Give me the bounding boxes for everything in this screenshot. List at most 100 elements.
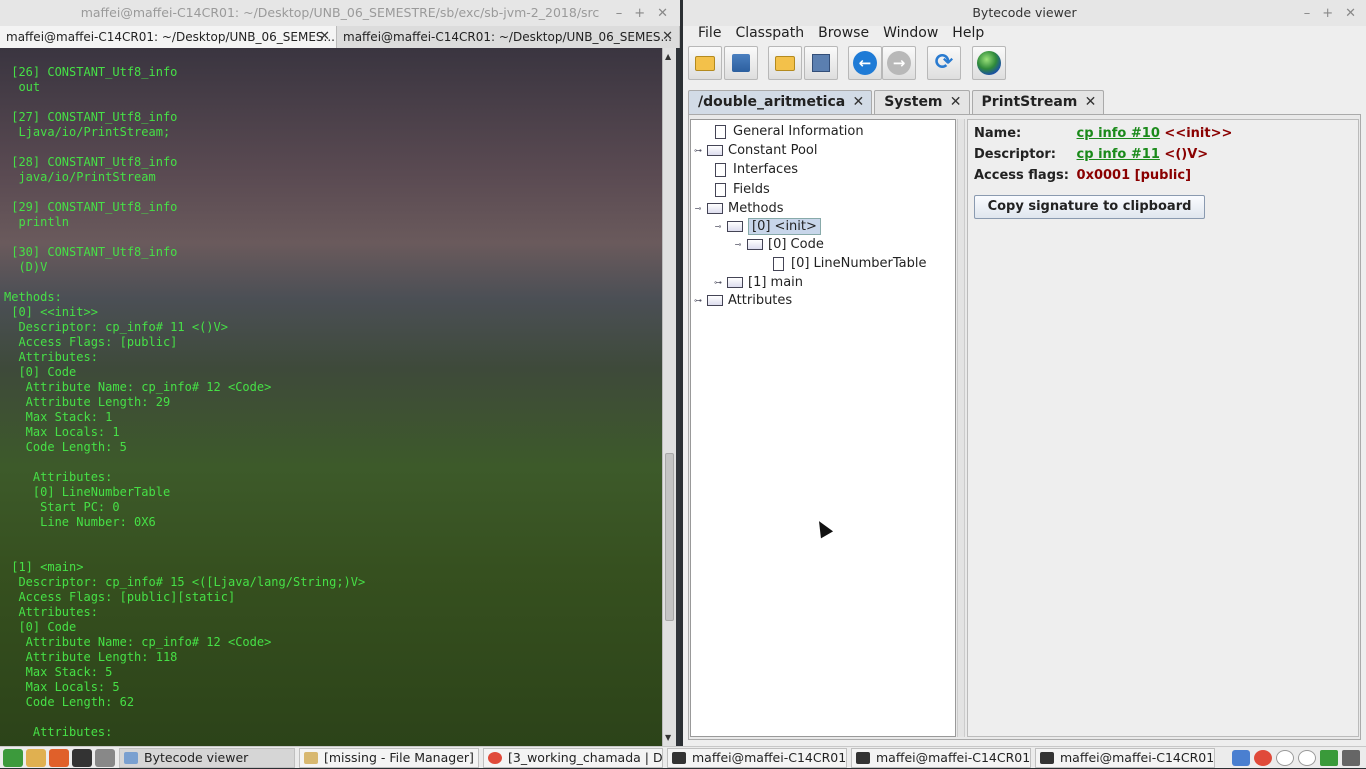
system-tray	[1232, 747, 1366, 769]
app-menu-icon[interactable]	[3, 748, 23, 767]
folder-icon	[727, 277, 743, 288]
tree-item-interfaces[interactable]: Interfaces	[701, 160, 798, 179]
scrollbar-thumb[interactable]	[665, 453, 674, 621]
expand-icon[interactable]: ⊶	[693, 141, 703, 160]
terminal-tab-2[interactable]: maffei@maffei-C14CR01: ~/Desktop/UNB_06_…	[337, 26, 680, 48]
terminal-tab-label: maffei@maffei-C14CR01: ~/Desktop/UNB_06_…	[343, 30, 672, 44]
tab-double-aritmetica[interactable]: /double_aritmetica ✕	[688, 90, 873, 114]
terminal-launcher-icon[interactable]	[72, 748, 92, 767]
scroll-up-icon[interactable]: ▲	[665, 52, 671, 61]
taskbar: Bytecode viewer [missing - File Manager]…	[0, 746, 1366, 768]
close-tab-icon[interactable]: ✕	[319, 26, 330, 48]
descriptor-row: Descriptor: cp info #11 <()V>	[974, 147, 1208, 162]
collapse-icon[interactable]: ⊸	[693, 199, 703, 218]
file-manager-launcher-icon[interactable]	[26, 748, 46, 767]
editor-launcher-icon[interactable]	[95, 748, 115, 767]
expand-icon[interactable]: ⊶	[693, 291, 703, 310]
copy-signature-button[interactable]: Copy signature to clipboard	[974, 195, 1205, 219]
close-tab-icon[interactable]: ✕	[662, 26, 673, 48]
menu-classpath[interactable]: Classpath	[728, 22, 811, 44]
hierarchy-icon	[732, 54, 750, 72]
close-tab-icon[interactable]: ✕	[1085, 91, 1097, 113]
terminal-window: maffei@maffei-C14CR01: ~/Desktop/UNB_06_…	[0, 0, 680, 746]
eye-icon[interactable]	[1298, 750, 1316, 766]
save-icon	[812, 54, 830, 72]
collapse-icon[interactable]: ⊸	[733, 235, 743, 254]
toolbar: ← → ⟳	[683, 44, 1366, 84]
tab-label: /double_aritmetica	[698, 94, 846, 110]
network-signal-icon[interactable]	[1320, 750, 1338, 766]
terminal-tab-1[interactable]: maffei@maffei-C14CR01: ~/Desktop/UNB_06_…	[0, 26, 337, 48]
file-icon	[715, 162, 726, 177]
save-button[interactable]	[804, 46, 838, 80]
file-icon	[773, 256, 784, 271]
descriptor-label: Descriptor:	[974, 147, 1056, 162]
tree-item-constant-pool[interactable]: ⊶ Constant Pool	[693, 141, 817, 160]
task-terminal-2[interactable]: maffei@maffei-C14CR01: ...	[851, 747, 1031, 768]
class-hierarchy-button[interactable]	[724, 46, 758, 80]
tab-label: System	[884, 94, 943, 110]
maximize-icon[interactable]: +	[1322, 6, 1333, 21]
descriptor-value: <()V>	[1164, 147, 1209, 162]
tree-item-line-number-table[interactable]: [0] LineNumberTable	[759, 254, 926, 273]
maximize-icon[interactable]: +	[634, 6, 645, 21]
close-icon[interactable]: ✕	[1345, 6, 1356, 21]
class-tree[interactable]: General Information ⊶ Constant Pool Inter…	[690, 119, 956, 737]
reload-button[interactable]: ⟳	[927, 46, 961, 80]
back-button[interactable]: ←	[848, 46, 882, 80]
folder-icon	[707, 203, 723, 214]
close-tab-icon[interactable]: ✕	[852, 91, 864, 113]
folder-icon	[775, 55, 795, 71]
open-file-button[interactable]	[768, 46, 802, 80]
volume-icon[interactable]	[1342, 750, 1360, 766]
minimize-icon[interactable]: –	[616, 6, 623, 21]
tree-item-attributes[interactable]: ⊶ Attributes	[693, 291, 792, 310]
tab-system[interactable]: System ✕	[874, 90, 970, 114]
web-button[interactable]	[972, 46, 1006, 80]
open-class-button[interactable]	[688, 46, 722, 80]
descriptor-cp-link[interactable]: cp info #11	[1077, 147, 1160, 162]
scroll-down-icon[interactable]: ▼	[665, 733, 671, 742]
task-browser[interactable]: [3_working_chamada | Di...	[483, 747, 663, 768]
terminal-icon	[856, 751, 870, 764]
close-tab-icon[interactable]: ✕	[950, 91, 962, 113]
class-content-panel: General Information ⊶ Constant Pool Inter…	[688, 114, 1361, 740]
access-flags-value: 0x0001 [public]	[1076, 168, 1192, 183]
terminal-scrollbar[interactable]: ▲ ▼	[662, 48, 676, 746]
task-terminal-1[interactable]: maffei@maffei-C14CR01: ...	[667, 747, 847, 768]
tree-item-method-init[interactable]: ⊸ [0] <init>	[713, 217, 821, 236]
minimize-icon[interactable]: –	[1304, 6, 1311, 21]
folder-icon	[707, 145, 723, 156]
folder-icon	[304, 751, 318, 764]
menu-browse[interactable]: Browse	[811, 22, 876, 44]
task-file-manager[interactable]: [missing - File Manager]	[299, 747, 479, 768]
menu-window[interactable]: Window	[876, 22, 945, 44]
tree-item-method-main[interactable]: ⊶ [1] main	[713, 273, 803, 292]
folder-open-icon	[695, 55, 715, 71]
expand-icon[interactable]: ⊶	[713, 273, 723, 292]
collapse-icon[interactable]: ⊸	[713, 217, 723, 236]
task-bytecode-viewer[interactable]: Bytecode viewer	[119, 747, 295, 768]
tree-item-general-information[interactable]: General Information	[701, 122, 864, 141]
menu-file[interactable]: File	[691, 22, 728, 44]
menu-bar: File Classpath Browse Window Help	[683, 22, 1366, 44]
terminal-output-area[interactable]: [26] CONSTANT_Utf8_info out [27] CONSTAN…	[0, 48, 662, 746]
arrow-left-icon: ←	[853, 51, 877, 75]
firefox-launcher-icon[interactable]	[49, 748, 69, 767]
name-cp-link[interactable]: cp info #10	[1077, 126, 1160, 141]
eye-icon[interactable]	[1276, 750, 1294, 766]
method-detail-panel: Name: cp info #10 <<init>> Descriptor: c…	[967, 119, 1359, 737]
bytecode-viewer-window: Bytecode viewer – + ✕ File Classpath Bro…	[683, 0, 1366, 746]
forward-button[interactable]: →	[882, 46, 916, 80]
task-terminal-3[interactable]: maffei@maffei-C14CR01: ...	[1035, 747, 1215, 768]
shield-icon[interactable]	[1232, 750, 1250, 766]
menu-help[interactable]: Help	[945, 22, 991, 44]
close-icon[interactable]: ✕	[657, 6, 668, 21]
tree-item-methods[interactable]: ⊸ Methods	[693, 199, 784, 218]
file-icon	[715, 182, 726, 197]
tree-item-code[interactable]: ⊸ [0] Code	[733, 235, 824, 254]
tab-printstream[interactable]: PrintStream ✕	[971, 90, 1105, 114]
chrome-tray-icon[interactable]	[1254, 750, 1272, 766]
split-pane-divider[interactable]	[957, 119, 965, 737]
tree-item-fields[interactable]: Fields	[701, 180, 770, 199]
